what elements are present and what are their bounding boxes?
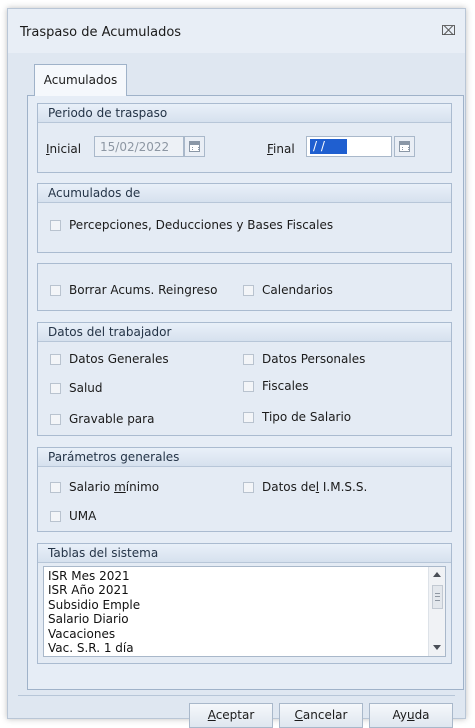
tab-acumulados[interactable]: Acumulados (34, 64, 127, 96)
datos-imss-checkbox[interactable]: Datos del I.M.S.S. (243, 480, 367, 494)
checkbox-box[interactable] (243, 481, 254, 493)
scroll-down-arrow-icon[interactable] (433, 645, 441, 650)
checkbox-label: Datos del I.M.S.S. (262, 480, 368, 494)
close-icon[interactable]: ⌧ (441, 25, 456, 38)
checkbox-label: Salud (69, 381, 103, 395)
inicial-label: Inicial (46, 142, 82, 156)
window-title: Traspaso de Acumulados (20, 25, 182, 40)
datos-generales-checkbox[interactable]: Datos Generales (50, 352, 169, 366)
tipo-salario-checkbox[interactable]: Tipo de Salario (243, 410, 351, 424)
list-item[interactable]: Subsidio Emple (48, 598, 140, 612)
checkbox-box[interactable] (243, 284, 254, 296)
uma-checkbox[interactable]: UMA (50, 509, 96, 523)
fiscales-checkbox[interactable]: Fiscales (243, 379, 309, 393)
parametros-group: Parámetros generales Salario mínimo Dato… (37, 447, 452, 532)
percepciones-checkbox[interactable]: Percepciones, Deducciones y Bases Fiscal… (50, 218, 333, 232)
final-date-input[interactable]: / / (306, 136, 392, 157)
cancelar-button[interactable]: Cancelar (279, 703, 363, 728)
calendar-icon (189, 141, 200, 152)
tablas-group: Tablas del sistema ISR Mes 2021 ISR Año … (37, 543, 452, 664)
checkbox-label: Salario mínimo (69, 480, 160, 494)
checkbox-label: Datos Personales (262, 352, 366, 366)
acumulados-de-title: Acumulados de (38, 184, 451, 203)
tablas-listbox[interactable]: ISR Mes 2021 ISR Año 2021 Subsidio Emple… (43, 566, 446, 657)
checkbox-label: Tipo de Salario (262, 410, 352, 424)
checkbox-box[interactable] (243, 353, 254, 365)
tablas-title: Tablas del sistema (38, 544, 451, 563)
checkbox-label: Fiscales (262, 379, 309, 393)
aceptar-button[interactable]: Aceptar (189, 703, 273, 728)
salario-minimo-checkbox[interactable]: Salario mínimo (50, 480, 159, 494)
datos-personales-checkbox[interactable]: Datos Personales (243, 352, 365, 366)
final-date-selection: / / (310, 139, 347, 154)
checkbox-box[interactable] (50, 219, 61, 231)
inicial-date-value: 15/02/2022 (100, 140, 170, 154)
checkbox-box[interactable] (50, 382, 61, 394)
listbox-scrollbar[interactable] (428, 567, 445, 656)
calendarios-checkbox[interactable]: Calendarios (243, 283, 333, 297)
borrar-acums-checkbox[interactable]: Borrar Acums. Reingreso (50, 283, 218, 297)
list-item[interactable]: Vacaciones (48, 627, 115, 641)
salud-checkbox[interactable]: Salud (50, 381, 103, 395)
misc-options-group: Borrar Acums. Reingreso Calendarios (37, 263, 452, 311)
checkbox-label: Datos Generales (69, 352, 169, 366)
checkbox-box[interactable] (50, 481, 61, 493)
final-calendar-button[interactable] (394, 136, 415, 157)
acumulados-de-group: Acumulados de Percepciones, Deducciones … (37, 183, 452, 253)
checkbox-label: Calendarios (262, 283, 333, 297)
parametros-title: Parámetros generales (38, 448, 451, 467)
dialog-window: Traspaso de Acumulados ⌧ Acumulados Peri… (7, 8, 466, 728)
datos-trabajador-group: Datos del trabajador Datos Generales Dat… (37, 322, 452, 436)
footer-divider (18, 695, 455, 696)
list-item[interactable]: ISR Año 2021 (48, 583, 129, 597)
checkbox-box[interactable] (50, 510, 61, 522)
datos-trabajador-title: Datos del trabajador (38, 323, 451, 342)
list-item[interactable]: Salario Diario (48, 612, 129, 626)
list-item[interactable]: ISR Mes 2021 (48, 569, 130, 583)
checkbox-label: Gravable para (69, 412, 155, 426)
checkbox-box[interactable] (50, 413, 61, 425)
periodo-group: Periodo de traspaso Inicial 15/02/2022 F… (37, 103, 452, 173)
scroll-thumb[interactable] (432, 585, 443, 609)
calendar-icon (399, 141, 410, 152)
scroll-up-arrow-icon[interactable] (433, 572, 441, 577)
checkbox-label: UMA (69, 509, 97, 523)
list-item[interactable]: Vac. S.R. 1 día (48, 641, 134, 655)
tab-panel: Periodo de traspaso Inicial 15/02/2022 F… (27, 95, 464, 690)
inicial-calendar-button[interactable] (184, 136, 205, 157)
periodo-group-title: Periodo de traspaso (38, 104, 451, 123)
checkbox-box[interactable] (50, 353, 61, 365)
gravable-para-checkbox[interactable]: Gravable para (50, 412, 154, 426)
ayuda-button[interactable]: Ayuda (369, 703, 453, 728)
title-bar[interactable]: Traspaso de Acumulados ⌧ (8, 9, 465, 53)
checkbox-label: Borrar Acums. Reingreso (69, 283, 218, 297)
checkbox-box[interactable] (243, 380, 254, 392)
checkbox-label: Percepciones, Deducciones y Bases Fiscal… (69, 218, 334, 232)
inicial-date-input[interactable]: 15/02/2022 (94, 136, 184, 157)
checkbox-box[interactable] (50, 284, 61, 296)
final-label: Final (267, 142, 295, 156)
checkbox-box[interactable] (243, 411, 254, 423)
tab-label: Acumulados (43, 73, 118, 87)
